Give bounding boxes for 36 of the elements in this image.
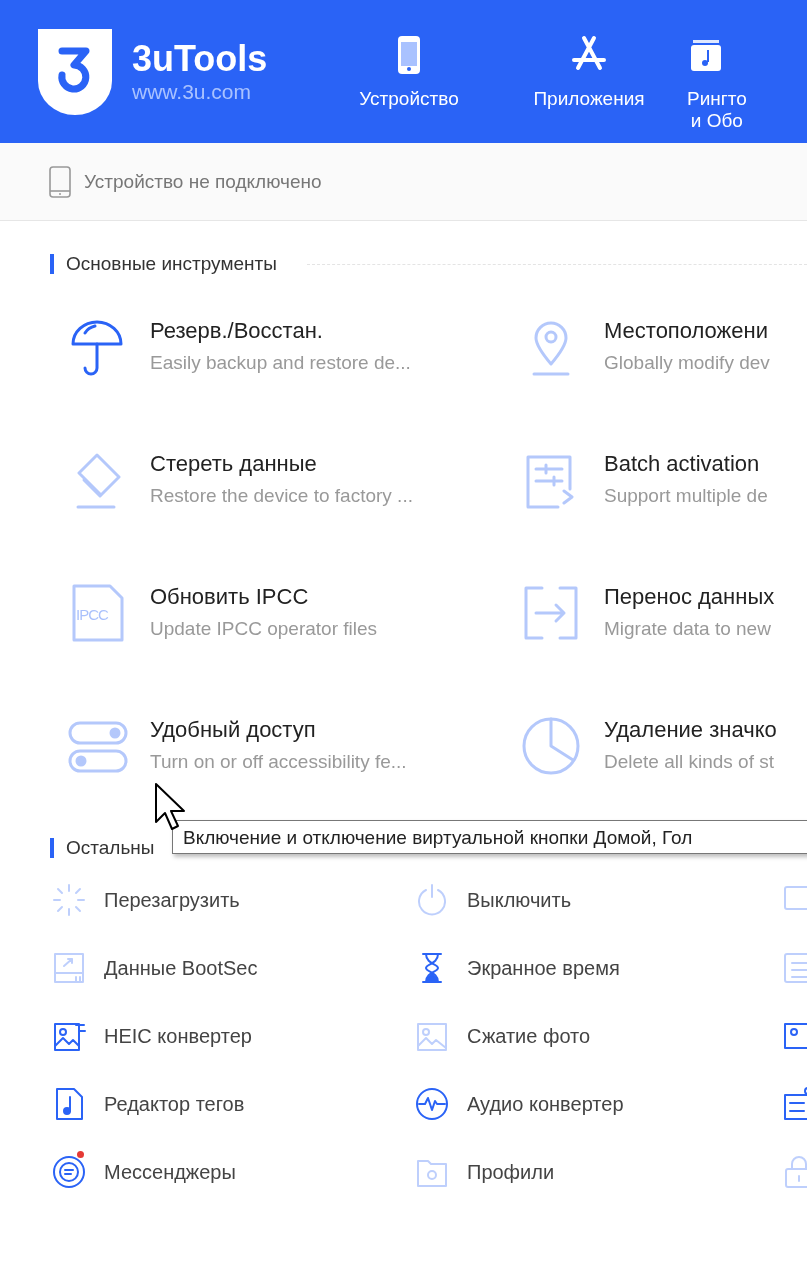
- tool-title: Стереть данные: [150, 451, 318, 477]
- nav-tab[interactable]: Устройство: [319, 11, 499, 132]
- app-name: 3uTools: [132, 38, 268, 79]
- tool-item[interactable]: Резерв./Восстан. Easily backup and restore de...: [66, 316, 520, 378]
- tooltip: Включение и отключение виртуальной кнопки Домой, Гол: [172, 820, 807, 854]
- tool-title: Перенос данных: [604, 584, 775, 610]
- tool-description: Support multiple de: [604, 485, 768, 507]
- tool-description: Globally modify dev: [604, 352, 770, 374]
- tool-title: Обновить IPCC: [150, 584, 310, 610]
- tool-description: Turn on or off accessibility fe...: [150, 751, 407, 773]
- nav-tab[interactable]: Рингто и Обо: [679, 11, 807, 132]
- tool-item[interactable]: Экранное время: [415, 934, 782, 1002]
- section-marker: [50, 254, 54, 274]
- website-address: www.3u.com: [132, 78, 253, 105]
- tool-description: Migrate data to new: [604, 618, 772, 640]
- tool-item[interactable]: Редактор тегов: [52, 1070, 415, 1138]
- section-marker: [50, 838, 54, 858]
- tool-item[interactable]: Мессенджеры: [52, 1138, 415, 1206]
- section-title: Основные инструменты: [66, 253, 277, 275]
- tool-title: Удаление значко: [604, 717, 777, 743]
- tool-item[interactable]: HEIC конвертер: [52, 1002, 415, 1070]
- tool-title: Удобный доступ: [150, 717, 317, 743]
- tool-description: Restore the device to factory ...: [150, 485, 413, 507]
- tool-title: Batch activation: [604, 451, 761, 477]
- tool-description: Easily backup and restore de...: [150, 352, 411, 374]
- connection-status: Устройство не подключено: [84, 170, 322, 193]
- shield-logo-icon: [38, 28, 112, 115]
- tool-title: Резерв./Восстан.: [150, 318, 324, 344]
- tool-description: Delete all kinds of st: [604, 751, 776, 773]
- tool-item[interactable]: Аудио конвертер: [415, 1070, 782, 1138]
- section-title: Остальны: [66, 837, 155, 859]
- nav-tab[interactable]: Приложения: [499, 11, 679, 132]
- tool-title: Местоположени: [604, 318, 769, 344]
- icon-label: IPCC: [76, 606, 108, 623]
- tool-description: Update IPCC operator files: [150, 618, 378, 640]
- phone-outline-icon: [48, 164, 72, 199]
